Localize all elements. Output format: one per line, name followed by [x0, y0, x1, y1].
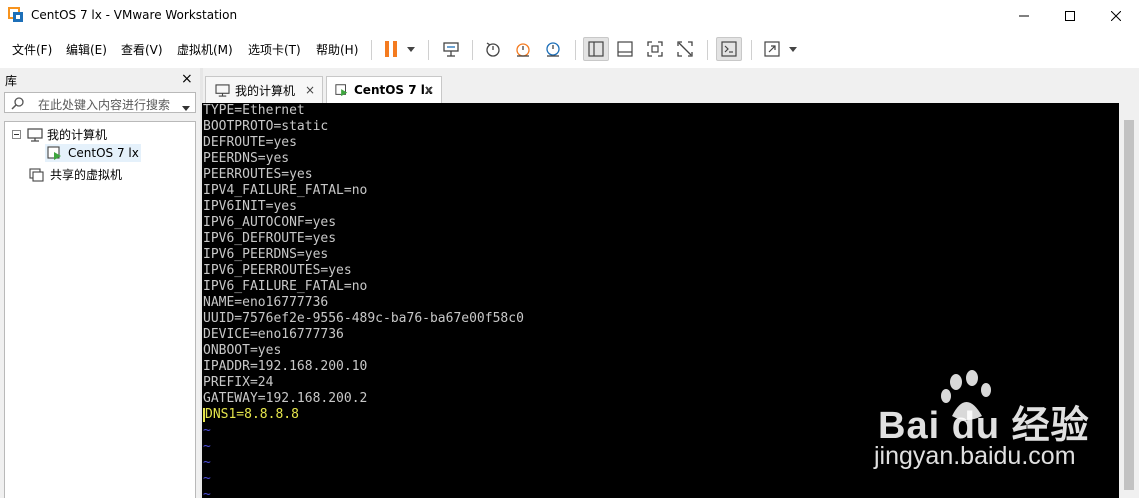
console-line: PREFIX=24 — [203, 375, 274, 390]
console-line: IPV6INIT=yes — [203, 199, 297, 214]
tree-item-my-computer[interactable]: 我的计算机 — [12, 126, 107, 143]
console-line: GATEWAY=192.168.200.2 — [203, 391, 368, 406]
stretch-icon[interactable] — [760, 37, 784, 61]
console-line: TYPE=Ethernet — [203, 103, 305, 118]
menu-edit[interactable]: 编辑(E) — [66, 41, 107, 58]
collapse-icon[interactable] — [12, 130, 21, 139]
console-line: IPV6_DEFROUTE=yes — [203, 231, 337, 246]
library-search-input[interactable]: 在此处键入内容进行搜索 — [4, 92, 196, 113]
computer-icon — [27, 127, 43, 142]
console-tilde-line: ~ — [203, 423, 211, 438]
console-line: IPV4_FAILURE_FATAL=no — [203, 183, 368, 198]
console-tilde-line: ~ — [203, 455, 211, 470]
minimize-button[interactable] — [1001, 0, 1047, 31]
tab-strip: 我的计算机 × CentOS 7 lx × — [203, 68, 1139, 103]
library-tree: 我的计算机 CentOS 7 lx 共享的虚拟机 — [4, 121, 196, 498]
menu-vm[interactable]: 虚拟机(M) — [177, 41, 233, 58]
running-vm-icon — [335, 84, 348, 97]
tab-close-icon[interactable]: × — [305, 83, 315, 97]
unity-icon[interactable] — [673, 37, 697, 61]
search-dropdown-arrow-icon[interactable] — [182, 100, 190, 114]
tree-label-my-computer: 我的计算机 — [47, 128, 108, 142]
watermark-brand: Bai du 经验 — [878, 405, 1090, 447]
pause-icon[interactable] — [380, 37, 402, 61]
console-line: IPV6_FAILURE_FATAL=no — [203, 279, 368, 294]
dropdown-arrow-icon[interactable] — [786, 37, 800, 61]
window-title: CentOS 7 lx - VMware Workstation — [31, 8, 238, 22]
search-icon — [11, 96, 25, 113]
dropdown-arrow-icon[interactable] — [404, 37, 418, 61]
console-view-icon[interactable] — [716, 37, 742, 61]
console-line: IPV6_PEERDNS=yes — [203, 247, 329, 262]
console-scrollbar-thumb[interactable] — [1124, 120, 1134, 490]
tab-label-centos-vm: CentOS 7 lx — [354, 83, 433, 97]
vmware-app-icon — [8, 7, 24, 23]
watermark-url: jingyan.baidu.com — [874, 442, 1076, 470]
menu-toolbar: 文件(F) 编辑(E) 查看(V) 虚拟机(M) 选项卡(T) 帮助(H) — [0, 31, 1139, 67]
console-line: DEVICE=eno16777736 — [203, 327, 344, 342]
running-vm-icon — [47, 146, 61, 160]
snapshot-icon[interactable] — [481, 37, 505, 61]
library-pane: 库 × 在此处键入内容进行搜索 我的计算机 CentOS 7 lx 共享的虚拟机 — [0, 68, 200, 498]
toolbar-separator — [472, 40, 473, 60]
library-close-icon[interactable]: × — [181, 71, 193, 87]
snapshot-manager-icon[interactable] — [541, 37, 565, 61]
console-line: ONBOOT=yes — [203, 343, 282, 358]
console-line: DEFROUTE=yes — [203, 135, 297, 150]
tree-label-centos-vm: CentOS 7 lx — [68, 146, 139, 160]
title-bar: CentOS 7 lx - VMware Workstation — [0, 0, 1139, 31]
tree-item-shared-vms[interactable]: 共享的虚拟机 — [29, 166, 122, 183]
close-button[interactable] — [1093, 0, 1139, 31]
toolbar-separator — [707, 40, 708, 60]
console-line: PEERROUTES=yes — [203, 167, 313, 182]
shared-vm-icon — [29, 167, 44, 182]
console-tilde-line: ~ — [203, 471, 211, 486]
menu-file[interactable]: 文件(F) — [12, 41, 52, 58]
menu-help[interactable]: 帮助(H) — [316, 41, 358, 58]
console-active-line: DNS1=8.8.8.8 — [203, 407, 299, 423]
toolbar-separator — [751, 40, 752, 60]
toolbar-separator — [575, 40, 576, 60]
tree-label-shared-vms: 共享的虚拟机 — [50, 168, 123, 182]
library-title: 库 — [5, 74, 18, 88]
show-library-icon[interactable] — [583, 37, 609, 61]
baidu-watermark: Bai du 经验 jingyan.baidu.com — [870, 370, 1100, 482]
toolbar-separator — [428, 40, 429, 60]
tab-label-my-computer: 我的计算机 — [235, 83, 296, 98]
console-line: UUID=7576ef2e-9556-489c-ba76-ba67e00f58c… — [203, 311, 524, 326]
tab-close-icon[interactable]: × — [424, 83, 434, 97]
console-line: IPADDR=192.168.200.10 — [203, 359, 368, 374]
console-line: IPV6_PEERROUTES=yes — [203, 263, 352, 278]
console-tilde-line: ~ — [203, 439, 211, 454]
console-active-line-text: DNS1=8.8.8.8 — [205, 407, 299, 422]
revert-snapshot-icon[interactable] — [511, 37, 535, 61]
tab-centos-vm[interactable]: CentOS 7 lx × — [326, 76, 442, 103]
library-header: 库 × — [0, 68, 200, 90]
console-line: NAME=eno16777736 — [203, 295, 329, 310]
tree-item-centos-vm[interactable]: CentOS 7 lx — [45, 144, 141, 162]
menu-view[interactable]: 查看(V) — [121, 41, 163, 58]
console-line: IPV6_AUTOCONF=yes — [203, 215, 337, 230]
maximize-button[interactable] — [1047, 0, 1093, 31]
thumbnail-bar-icon[interactable] — [613, 37, 637, 61]
send-ctrl-alt-del-icon[interactable] — [439, 37, 463, 61]
computer-icon — [215, 83, 230, 97]
tab-my-computer[interactable]: 我的计算机 × — [205, 76, 323, 103]
console-line: PEERDNS=yes — [203, 151, 290, 166]
full-screen-icon[interactable] — [643, 37, 667, 61]
search-placeholder: 在此处键入内容进行搜索 — [38, 98, 171, 112]
console-tilde-line: ~ — [203, 487, 211, 498]
toolbar-separator — [371, 40, 372, 60]
menu-tabs[interactable]: 选项卡(T) — [248, 41, 301, 58]
console-line: BOOTPROTO=static — [203, 119, 329, 134]
